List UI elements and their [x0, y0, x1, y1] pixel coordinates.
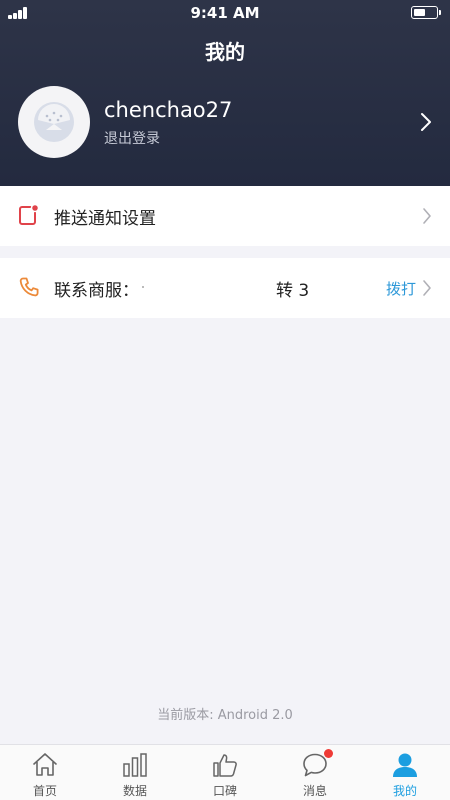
chevron-right-icon	[421, 113, 431, 131]
tab-home[interactable]: 首页	[0, 745, 90, 800]
bar-chart-icon	[123, 753, 147, 777]
tab-label: 口碑	[212, 784, 237, 798]
avatar[interactable]	[18, 86, 90, 158]
tab-mine[interactable]: 我的	[360, 745, 450, 800]
notification-icon	[19, 204, 40, 225]
push-settings-row[interactable]: 推送通知设置	[0, 186, 450, 246]
username: chenchao27	[104, 98, 233, 122]
status-time: 9:41 AM	[190, 4, 260, 22]
tab-label: 首页	[32, 784, 57, 798]
chevron-right-icon	[423, 280, 431, 296]
tab-label: 数据	[122, 784, 147, 798]
tab-reputation[interactable]: 口碑	[180, 745, 270, 800]
app-version: 当前版本: Android 2.0	[157, 708, 293, 723]
thumbs-up-icon	[213, 754, 237, 777]
logout-link[interactable]: 退出登录	[104, 128, 160, 148]
dial-button[interactable]: 拨打	[386, 278, 416, 299]
tab-label: 我的	[392, 784, 417, 798]
tab-data[interactable]: 数据	[90, 745, 180, 800]
status-bar: 9:41 AM	[0, 0, 450, 26]
battery-level	[414, 9, 425, 16]
phone-icon	[19, 277, 39, 297]
bottom-tab-bar: 首页 数据 口碑 消息 我的	[0, 744, 450, 800]
contact-service-label: 联系商服：	[54, 281, 139, 301]
profile-header: 9:41 AM 我的 chenchao27 退出登录	[0, 0, 450, 186]
page-title: 我的	[205, 40, 245, 64]
chevron-right-icon	[423, 208, 431, 224]
person-icon	[393, 753, 417, 777]
default-avatar-icon	[34, 102, 74, 142]
battery-icon	[411, 6, 441, 19]
unread-badge	[324, 749, 333, 758]
separator-dot	[142, 286, 144, 288]
profile-card[interactable]: chenchao27 退出登录	[0, 82, 450, 172]
tab-label: 消息	[302, 784, 327, 798]
tab-messages[interactable]: 消息	[270, 745, 360, 800]
contact-service-row[interactable]: 联系商服： 转 3 拨打	[0, 258, 450, 318]
home-icon	[33, 753, 57, 776]
push-settings-label: 推送通知设置	[54, 209, 156, 229]
transfer-extension: 转 3	[276, 281, 310, 301]
